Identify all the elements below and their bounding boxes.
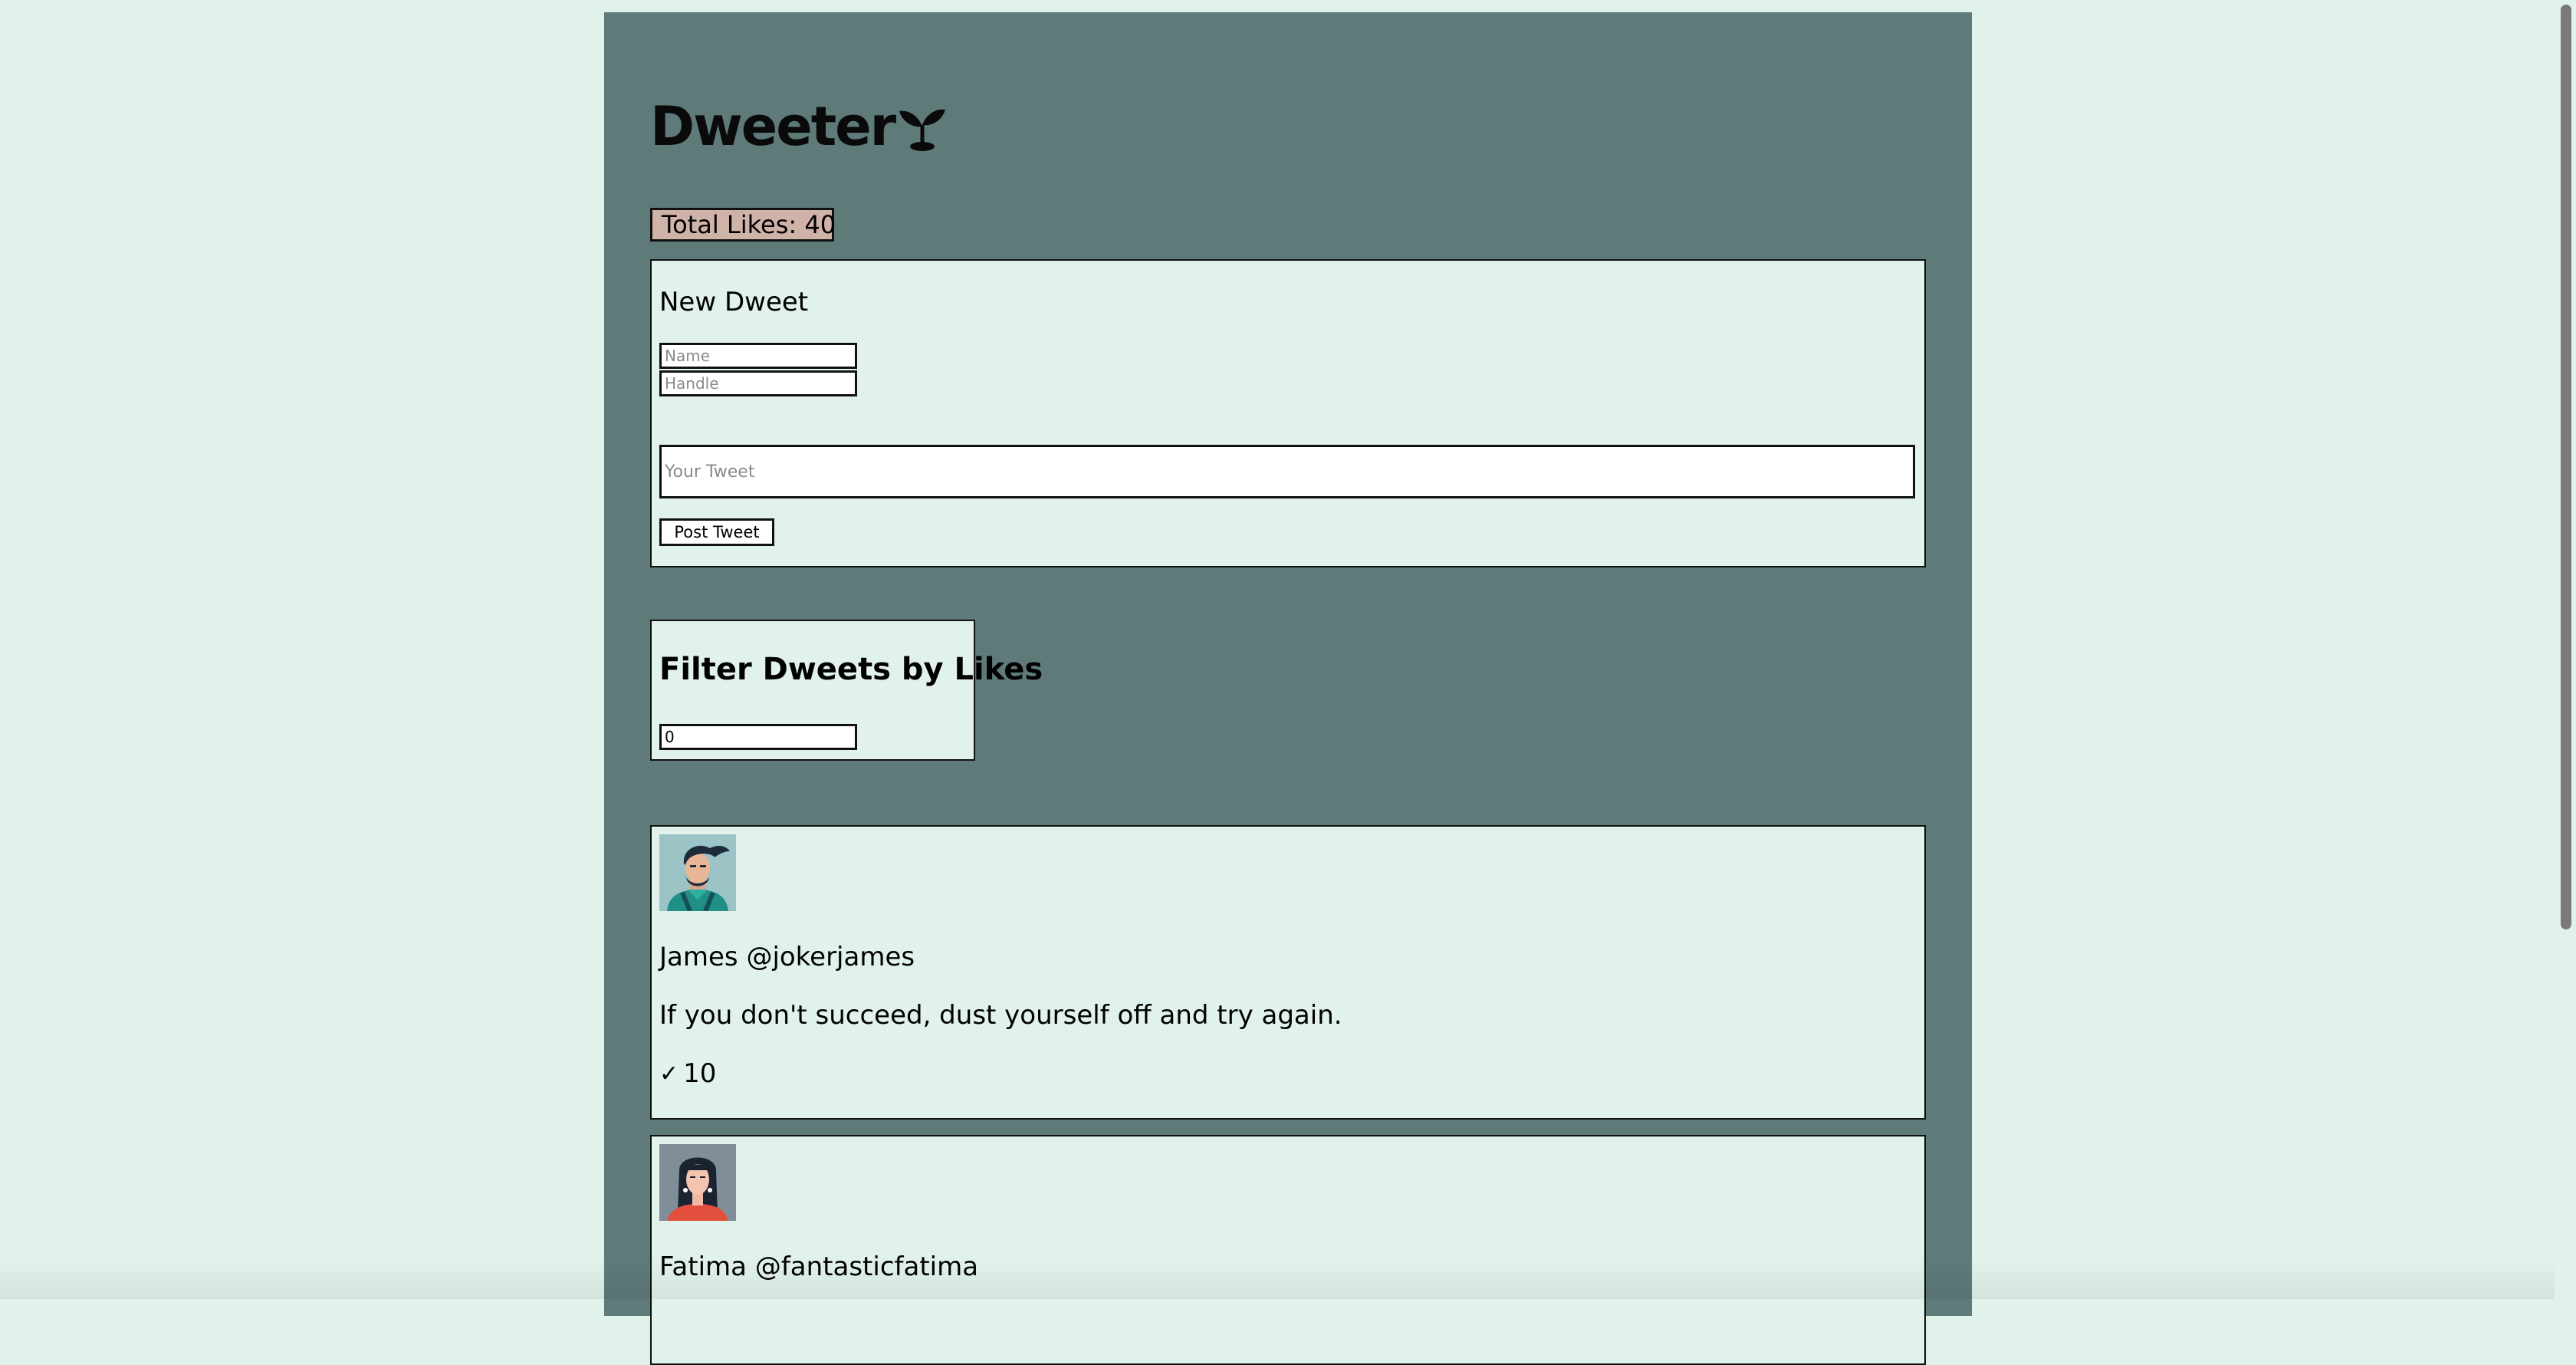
- scrollbar-thumb[interactable]: [2561, 5, 2571, 929]
- woman-with-long-hair-avatar-icon: [659, 1144, 736, 1221]
- dweet-card: James @jokerjames If you don't succeed, …: [650, 825, 1926, 1120]
- author-handle: @jokerjames: [746, 942, 915, 972]
- author-name: Fatima: [659, 1252, 748, 1282]
- tweet-input[interactable]: [659, 445, 1915, 498]
- dweet-card: Fatima @fantasticfatima: [650, 1135, 1926, 1365]
- man-with-beard-avatar-icon: [659, 834, 736, 911]
- author-handle: @fantasticfatima: [754, 1252, 979, 1282]
- dweet-likes[interactable]: ✓ 10: [659, 1058, 716, 1089]
- post-tweet-button[interactable]: Post Tweet: [659, 518, 774, 546]
- dweet-author: Fatima @fantasticfatima: [659, 1252, 978, 1282]
- scrollbar-track[interactable]: [2555, 0, 2576, 1299]
- name-input[interactable]: [659, 343, 857, 369]
- total-likes-badge: Total Likes: 40: [650, 208, 836, 242]
- new-dweet-title: New Dweet: [659, 287, 809, 317]
- author-name: James: [659, 942, 738, 972]
- dweet-text: If you don't succeed, dust yourself off …: [659, 1000, 1342, 1031]
- new-dweet-form: New Dweet Post Tweet: [650, 259, 1926, 567]
- filter-title: Filter Dweets by Likes: [659, 652, 1043, 687]
- logo-text: Dweeter: [650, 95, 896, 158]
- check-icon: ✓: [659, 1060, 679, 1087]
- likes-count: 10: [683, 1058, 717, 1089]
- app-logo: Dweeter: [650, 92, 947, 161]
- min-likes-input[interactable]: [659, 724, 857, 750]
- handle-input[interactable]: [659, 370, 857, 396]
- sprout-icon: [899, 109, 946, 151]
- dweet-author: James @jokerjames: [659, 942, 915, 972]
- app-container: Dweeter Total Likes: 40 New Dweet Post T…: [604, 12, 1972, 1365]
- filter-panel: Filter Dweets by Likes: [650, 620, 1043, 761]
